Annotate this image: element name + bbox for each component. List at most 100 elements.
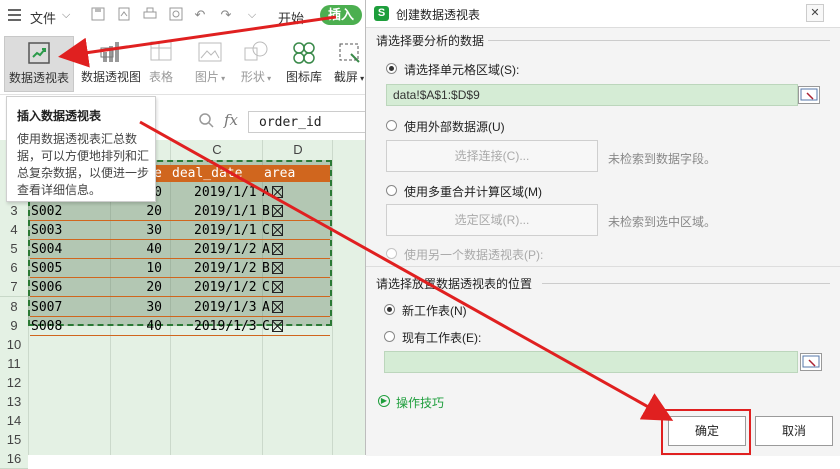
file-menu[interactable]: 文件 <box>30 8 56 27</box>
row-header[interactable]: 6 <box>0 258 28 279</box>
radio-new-sheet[interactable] <box>384 304 395 315</box>
menu-icon[interactable] <box>8 9 21 21</box>
pivot-chart-button[interactable]: 数据透视图 <box>80 36 142 92</box>
ok-button[interactable]: 确定 <box>668 416 746 446</box>
tab-insert[interactable]: 插入 <box>320 5 362 25</box>
row-header[interactable]: 10 <box>0 334 28 355</box>
cell-d2[interactable]: A <box>262 183 270 202</box>
fx-icon[interactable]: fx <box>224 111 238 129</box>
row-header[interactable]: 13 <box>0 392 28 412</box>
redo-icon[interactable]: ↷ <box>218 7 234 23</box>
print-preview-icon[interactable] <box>168 7 184 23</box>
cell-qty[interactable]: 20 <box>140 278 162 297</box>
print-icon[interactable] <box>142 7 158 23</box>
row-header[interactable]: 14 <box>0 411 28 432</box>
row-header[interactable]: 15 <box>0 430 28 451</box>
cell-area[interactable]: C <box>262 317 270 336</box>
radio-another-pivot-label[interactable]: 使用另一个数据透视表(P): <box>404 246 543 263</box>
formula-input[interactable]: order_id <box>248 111 366 133</box>
radio-existing-sheet-label[interactable]: 现有工作表(E): <box>402 329 481 346</box>
cell-qty[interactable]: 40 <box>140 317 162 336</box>
cancel-button[interactable]: 取消 <box>755 416 833 446</box>
chevron-down-icon[interactable]: ⌵ <box>244 7 260 23</box>
cell-order-id[interactable]: S003 <box>31 221 62 240</box>
cell-area[interactable]: A <box>262 298 270 317</box>
zoom-icon[interactable] <box>198 112 214 128</box>
cell-area[interactable]: C <box>262 278 270 297</box>
cell-order-id[interactable]: S006 <box>31 278 62 297</box>
picture-label: 图片 <box>194 70 219 84</box>
row-header[interactable]: 3 <box>0 201 28 221</box>
row-header[interactable]: 16 <box>0 449 28 469</box>
shapes-label: 形状 <box>240 70 265 84</box>
header-cell-d[interactable]: area <box>264 164 295 183</box>
cell-deal-date[interactable]: 2019/1/3 <box>194 317 257 336</box>
close-icon[interactable]: ✕ <box>806 4 824 22</box>
header-cell-c[interactable]: deal_date <box>172 164 242 183</box>
cell-c2[interactable]: 2019/1/1 <box>194 183 257 202</box>
cell-area[interactable]: C <box>262 221 270 240</box>
checkbox-icon <box>272 281 283 294</box>
cell-qty[interactable]: 40 <box>140 240 162 259</box>
column-header-c[interactable]: C <box>170 140 263 160</box>
row-divider <box>30 258 330 260</box>
tips-icon[interactable]: ▶ <box>378 395 390 407</box>
row-header[interactable]: 11 <box>0 353 28 374</box>
radio-external-source-label[interactable]: 使用外部数据源(U) <box>404 118 505 135</box>
radio-external-source[interactable] <box>386 120 397 131</box>
cell-order-id[interactable]: S002 <box>31 202 62 221</box>
chevron-down-icon[interactable]: ⌵ <box>62 9 70 22</box>
radio-multi-range-label[interactable]: 使用多重合并计算区域(M) <box>404 183 542 200</box>
cell-deal-date[interactable]: 2019/1/2 <box>194 278 257 297</box>
export-pdf-icon[interactable] <box>116 7 132 23</box>
row-header[interactable]: 5 <box>0 239 28 260</box>
cell-area[interactable]: A <box>262 240 270 259</box>
cell-order-id[interactable]: S004 <box>31 240 62 259</box>
cell-order-id[interactable]: S005 <box>31 259 62 278</box>
gridline <box>332 160 333 455</box>
row-header[interactable]: 12 <box>0 372 28 393</box>
row-header[interactable]: 9 <box>0 315 28 336</box>
row-header[interactable]: 8 <box>0 296 28 317</box>
radio-multi-range[interactable] <box>386 185 397 196</box>
column-header-d[interactable]: D <box>262 140 333 160</box>
cell-area[interactable]: B <box>262 259 270 278</box>
undo-icon[interactable]: ↶ <box>192 7 208 23</box>
cell-deal-date[interactable]: 2019/1/1 <box>194 221 257 240</box>
cell-order-id[interactable]: S007 <box>31 298 62 317</box>
radio-cell-range[interactable] <box>386 63 397 74</box>
radio-another-pivot[interactable] <box>386 248 397 259</box>
location-picker-icon[interactable] <box>800 353 822 371</box>
title-toolbar: 文件 ⌵ ↶ ↷ ⌵ 开始 插入 <box>0 0 370 33</box>
cell-qty[interactable]: 30 <box>140 221 162 240</box>
ribbon-insert: 数据透视表 数据透视图 表格 图片 ▾ 形状 ▾ 图标库 截屏 ▾ <box>0 32 370 95</box>
select-connection-button[interactable]: 选择连接(C)... <box>386 140 598 172</box>
cell-deal-date[interactable]: 2019/1/2 <box>194 259 257 278</box>
row-header[interactable]: 4 <box>0 220 28 241</box>
shapes-button[interactable]: 形状 ▾ <box>236 36 276 92</box>
pivot-table-button[interactable]: 数据透视表 <box>4 36 74 92</box>
row-header[interactable]: 7 <box>0 277 28 298</box>
radio-cell-range-label[interactable]: 请选择单元格区域(S): <box>404 61 519 78</box>
cell-qty[interactable]: 10 <box>140 259 162 278</box>
picture-button[interactable]: 图片 ▾ <box>190 36 230 92</box>
range-input[interactable]: data!$A$1:$D$9 <box>386 84 798 106</box>
table-button[interactable]: 表格 <box>146 36 176 92</box>
cell-qty[interactable]: 20 <box>140 202 162 221</box>
cell-order-id[interactable]: S008 <box>31 317 62 336</box>
screenshot-button[interactable]: 截屏 ▾ <box>330 36 368 92</box>
cell-qty[interactable]: 30 <box>140 298 162 317</box>
cell-deal-date[interactable]: 2019/1/1 <box>194 202 257 221</box>
tab-home[interactable]: 开始 <box>278 8 304 27</box>
radio-new-sheet-label[interactable]: 新工作表(N) <box>402 302 467 319</box>
cell-area[interactable]: B <box>262 202 270 221</box>
tips-link[interactable]: 操作技巧 <box>396 394 444 411</box>
cell-deal-date[interactable]: 2019/1/2 <box>194 240 257 259</box>
select-region-button[interactable]: 选定区域(R)... <box>386 204 598 236</box>
icon-library-button[interactable]: 图标库 <box>282 36 326 92</box>
location-input[interactable] <box>384 351 798 373</box>
range-picker-icon[interactable] <box>798 86 820 104</box>
save-icon[interactable] <box>90 7 106 23</box>
cell-deal-date[interactable]: 2019/1/3 <box>194 298 257 317</box>
radio-existing-sheet[interactable] <box>384 331 395 342</box>
